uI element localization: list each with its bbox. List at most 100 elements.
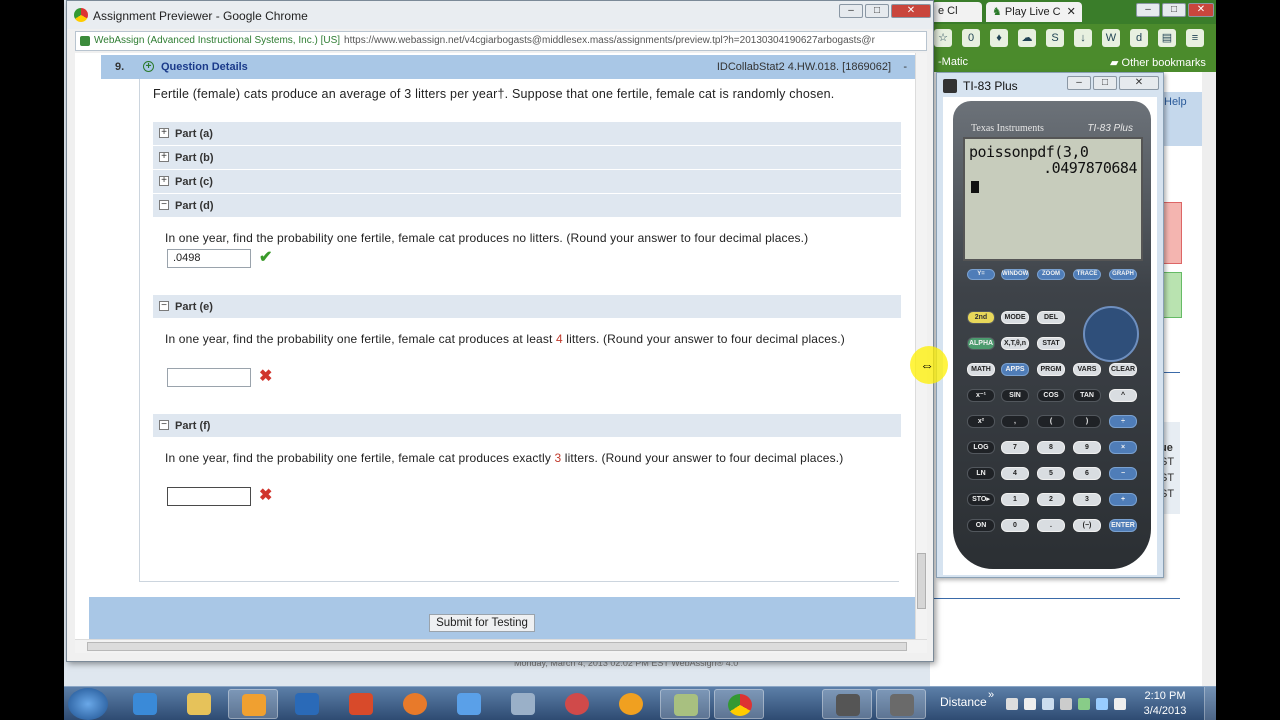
wrench-menu-icon[interactable]: ≡	[1186, 29, 1204, 47]
extension-icon[interactable]: ♦	[990, 29, 1008, 47]
ti-maximize-button[interactable]: □	[1093, 76, 1117, 90]
taskbar-compass[interactable]	[552, 689, 602, 719]
expand-icon[interactable]: +	[159, 176, 169, 186]
key-8[interactable]: 8	[1037, 441, 1065, 454]
bg-scrollbar[interactable]	[1202, 72, 1216, 686]
minimize-button[interactable]: –	[839, 4, 863, 18]
key-sto[interactable]: STO▸	[967, 493, 995, 506]
d-extension-icon[interactable]: d	[1130, 29, 1148, 47]
address-bar[interactable]: WebAssign (Advanced Instructional System…	[75, 31, 927, 51]
taskbar-maple[interactable]	[282, 689, 332, 719]
tab-close-icon[interactable]: ✕	[1067, 6, 1076, 18]
help-link[interactable]: Help	[1164, 96, 1187, 108]
key-open-paren[interactable]: (	[1037, 415, 1065, 428]
key-math[interactable]: MATH	[967, 363, 995, 376]
key-4[interactable]: 4	[1001, 467, 1029, 480]
page-icon[interactable]: ▤	[1158, 29, 1176, 47]
key-ln[interactable]: LN	[967, 467, 995, 480]
key-7[interactable]: 7	[1001, 441, 1029, 454]
horizontal-scroll-thumb[interactable]	[87, 642, 907, 651]
bookmark-star-icon[interactable]: ☆	[934, 29, 952, 47]
volume-icon[interactable]	[1114, 698, 1126, 710]
key-enter[interactable]: ENTER	[1109, 519, 1137, 532]
key-window[interactable]: WINDOW	[1001, 269, 1029, 280]
plus-circle-icon[interactable]: +	[143, 61, 154, 72]
url-text[interactable]: https://www.webassign.net/v4cgiarbogasts…	[344, 32, 875, 50]
key-5[interactable]: 5	[1037, 467, 1065, 480]
office-icon[interactable]: W	[1102, 29, 1120, 47]
key-comma[interactable]: ,	[1001, 415, 1029, 428]
key-zoom[interactable]: ZOOM	[1037, 269, 1065, 280]
submit-for-testing-button[interactable]: Submit for Testing	[429, 614, 535, 632]
key-1[interactable]: 1	[1001, 493, 1029, 506]
question-details-link[interactable]: Question Details	[161, 61, 248, 73]
part-d-answer-input[interactable]: .0498	[167, 249, 251, 268]
key-cos[interactable]: COS	[1037, 389, 1065, 402]
dropbox-tray-icon[interactable]	[1096, 698, 1108, 710]
part-f-answer-input[interactable]	[167, 487, 251, 506]
key-decimal[interactable]: .	[1037, 519, 1065, 532]
key-2nd[interactable]: 2nd	[967, 311, 995, 324]
key-del[interactable]: DEL	[1037, 311, 1065, 324]
key-inverse[interactable]: x⁻¹	[967, 389, 995, 402]
taskbar-ie[interactable]	[120, 689, 170, 719]
tab-background-1[interactable]: e Cl	[932, 2, 982, 22]
close-button[interactable]: ✕	[891, 4, 931, 18]
taskbar-chrome[interactable]	[714, 689, 764, 719]
key-tan[interactable]: TAN	[1073, 389, 1101, 402]
taskbar-app[interactable]	[336, 689, 386, 719]
key-0[interactable]: 0	[1001, 519, 1029, 532]
collapse-icon[interactable]: −	[159, 301, 169, 311]
key-multiply[interactable]: ×	[1109, 441, 1137, 454]
key-minus[interactable]: −	[1109, 467, 1137, 480]
key-divide[interactable]: ÷	[1109, 415, 1137, 428]
taskbar-headphones[interactable]	[606, 689, 656, 719]
taskbar-firefox[interactable]	[390, 689, 440, 719]
key-mode[interactable]: MODE	[1001, 311, 1029, 324]
taskbar-notes[interactable]	[660, 689, 710, 719]
key-3[interactable]: 3	[1073, 493, 1101, 506]
part-e-answer-input[interactable]	[167, 368, 251, 387]
distance-toolbar[interactable]: Distance	[940, 695, 987, 709]
tab-play-live[interactable]: ♞ Play Live C ✕	[986, 2, 1082, 22]
key-log[interactable]: LOG	[967, 441, 995, 454]
expand-icon[interactable]: +	[159, 128, 169, 138]
taskbar-phone[interactable]	[498, 689, 548, 719]
toolbar-chevron[interactable]: »	[988, 689, 994, 701]
key-plus[interactable]: +	[1109, 493, 1137, 506]
collapse-question-button[interactable]: -	[903, 61, 907, 73]
maximize-button[interactable]: □	[865, 4, 889, 18]
bookmark-matic[interactable]: -Matic	[938, 56, 968, 68]
key-sin[interactable]: SIN	[1001, 389, 1029, 402]
key-power[interactable]: ^	[1109, 389, 1137, 402]
collapse-icon[interactable]: −	[159, 200, 169, 210]
counter-icon[interactable]: 0	[962, 29, 980, 47]
bg-minimize-button[interactable]: –	[1136, 3, 1160, 17]
bg-maximize-button[interactable]: □	[1162, 3, 1186, 17]
start-button[interactable]	[68, 688, 108, 720]
key-y-equals[interactable]: Y=	[967, 269, 995, 280]
key-xtn[interactable]: X,T,θ,n	[1001, 337, 1029, 350]
taskbar-camtasia[interactable]	[876, 689, 926, 719]
monitor-icon[interactable]	[1060, 698, 1072, 710]
key-on[interactable]: ON	[967, 519, 995, 532]
collapse-icon[interactable]: −	[159, 420, 169, 430]
arrow-pad[interactable]	[1083, 306, 1139, 362]
key-trace[interactable]: TRACE	[1073, 269, 1101, 280]
other-bookmarks[interactable]: ▰ Other bookmarks	[1110, 56, 1206, 69]
taskbar-dropbox[interactable]	[444, 689, 494, 719]
cloud-icon[interactable]: ☁	[1018, 29, 1036, 47]
part-a-header[interactable]: + Part (a)	[153, 121, 901, 145]
bg-close-button[interactable]: ✕	[1188, 3, 1214, 17]
key-negative[interactable]: (−)	[1073, 519, 1101, 532]
ti-minimize-button[interactable]: –	[1067, 76, 1091, 90]
part-d-header[interactable]: − Part (d)	[153, 193, 901, 217]
flag-icon[interactable]	[1024, 698, 1036, 710]
key-6[interactable]: 6	[1073, 467, 1101, 480]
show-hidden-icon[interactable]	[1006, 698, 1018, 710]
download-icon[interactable]: ↓	[1074, 29, 1092, 47]
popup-titlebar[interactable]: Assignment Previewer - Google Chrome – □…	[67, 1, 933, 29]
key-clear[interactable]: CLEAR	[1109, 363, 1137, 376]
taskbar-explorer[interactable]	[174, 689, 224, 719]
clock-time[interactable]: 2:10 PM	[1140, 690, 1190, 702]
